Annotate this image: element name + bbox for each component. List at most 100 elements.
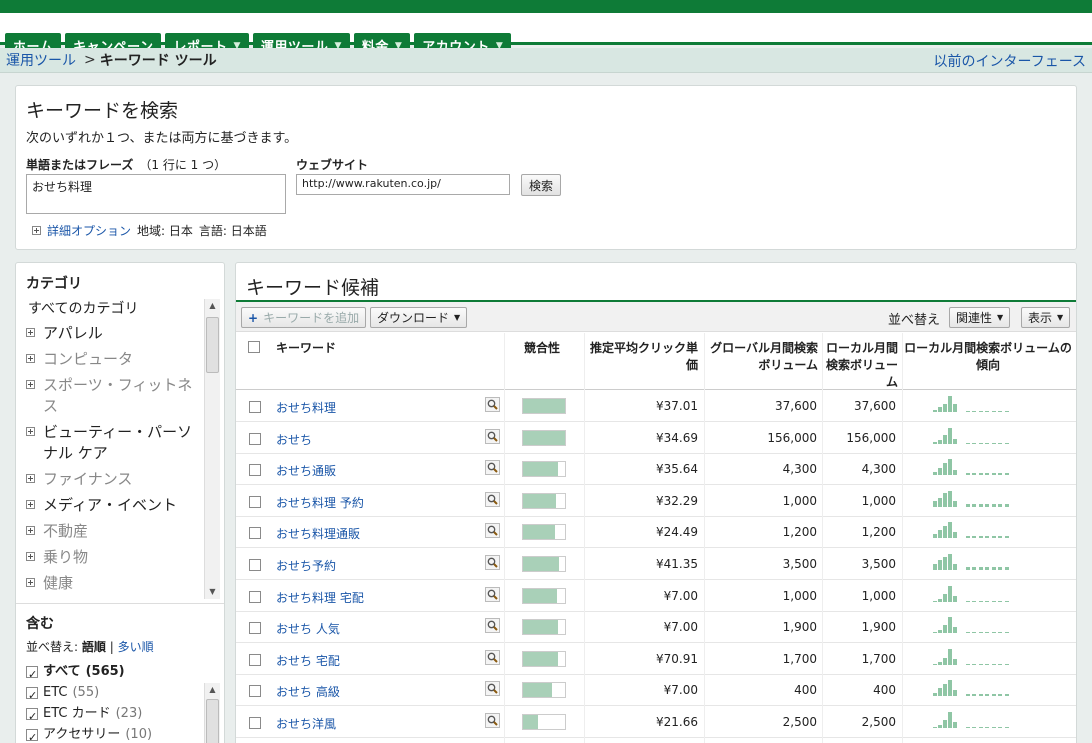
expand-plus-icon[interactable] <box>26 427 35 436</box>
include-checkbox[interactable] <box>26 664 38 685</box>
search-preview-icon[interactable] <box>485 681 500 697</box>
sort-alpha-option[interactable]: 語順 <box>82 640 106 654</box>
sort-most-link[interactable]: 多い順 <box>118 640 154 654</box>
competition-bar <box>522 650 566 667</box>
trend-bar <box>965 727 970 728</box>
include-item[interactable]: ETC (55) <box>26 682 196 706</box>
expand-plus-icon[interactable] <box>26 552 35 561</box>
search-preview-icon[interactable] <box>485 555 500 570</box>
trend-bar <box>938 688 942 697</box>
search-preview-icon[interactable] <box>485 397 500 412</box>
category-label: スポーツ・フィットネス <box>43 376 193 415</box>
row-checkbox[interactable] <box>249 590 261 603</box>
phrase-textarea[interactable]: おせち料理 <box>26 174 286 214</box>
add-keyword-button[interactable]: + キーワードを追加 <box>241 307 367 328</box>
row-checkbox[interactable] <box>249 685 261 698</box>
keyword-link[interactable]: おせち通販 <box>276 462 336 479</box>
search-preview-icon[interactable] <box>485 491 500 507</box>
row-checkbox[interactable] <box>249 527 261 540</box>
trend-bar <box>991 663 996 665</box>
expand-plus-icon[interactable] <box>26 380 35 389</box>
category-item[interactable]: ファイナンス <box>24 466 202 492</box>
select-all-checkbox[interactable] <box>248 340 260 353</box>
sort-select[interactable]: 関連性 ▼ <box>949 307 1011 328</box>
cpc-value: ¥21.66 <box>656 715 698 729</box>
expand-plus-icon[interactable] <box>26 578 35 587</box>
category-item[interactable]: メディア・イベント <box>24 492 202 518</box>
category-item[interactable]: 乗り物 <box>24 544 202 570</box>
all-categories-item[interactable]: すべてのカテゴリ <box>24 296 202 320</box>
search-preview-icon[interactable] <box>485 618 500 634</box>
category-item[interactable]: スポーツ・フィットネス <box>24 372 202 419</box>
keyword-link[interactable]: おせち料理 宅配 <box>276 589 364 606</box>
search-preview-icon[interactable] <box>485 428 500 444</box>
scroll-thumb[interactable] <box>206 317 219 373</box>
include-scrollbar[interactable]: ▲ <box>204 683 220 743</box>
scroll-up-arrow-icon[interactable]: ▲ <box>205 683 220 697</box>
website-input[interactable]: http://www.rakuten.co.jp/ <box>296 174 510 195</box>
trend-bar <box>978 473 983 476</box>
search-preview-icon[interactable] <box>485 586 500 602</box>
scroll-up-arrow-icon[interactable]: ▲ <box>205 299 220 313</box>
expand-plus-icon[interactable] <box>26 500 35 509</box>
keyword-link[interactable]: おせち 高級 <box>276 683 340 700</box>
expand-plus-icon[interactable] <box>26 354 35 363</box>
expand-plus-icon[interactable] <box>26 328 35 337</box>
trend-bar <box>998 411 1002 412</box>
include-item[interactable]: ETC カード (23) <box>26 703 196 727</box>
old-interface-link[interactable]: 以前のインターフェース <box>934 51 1086 71</box>
row-checkbox[interactable] <box>249 559 261 571</box>
top-nav-bar: ホームキャンペーンレポート▼運用ツール▼料金▼アカウント▼ <box>0 0 1092 58</box>
expand-plus-icon[interactable] <box>26 474 35 483</box>
expand-plus-icon[interactable] <box>32 226 41 235</box>
row-checkbox[interactable] <box>249 717 261 729</box>
trend-bar <box>933 472 937 476</box>
col-keyword[interactable]: キーワード <box>276 339 336 356</box>
sort-label: 並べ替え <box>888 313 941 328</box>
row-checkbox[interactable] <box>249 622 261 635</box>
include-item[interactable]: アクセサリー (10) <box>26 724 196 743</box>
col-local-volume[interactable]: ローカル月間検索ボリューム <box>826 339 898 390</box>
col-local-trend[interactable]: ローカル月間検索ボリュームの傾向 <box>902 339 1074 373</box>
row-checkbox[interactable] <box>249 464 261 477</box>
category-item[interactable]: アパレル <box>24 320 202 346</box>
keyword-link[interactable]: おせち料理 <box>276 399 336 416</box>
include-checkbox[interactable] <box>26 727 38 743</box>
row-checkbox[interactable] <box>249 432 261 445</box>
keyword-link[interactable]: おせち料理 予約 <box>276 494 364 511</box>
search-preview-icon[interactable] <box>485 460 500 476</box>
row-checkbox[interactable] <box>249 401 261 413</box>
keyword-link[interactable]: おせち予約 <box>276 557 336 574</box>
advanced-options-link[interactable]: 詳細オプション <box>47 222 131 239</box>
keyword-link[interactable]: おせち 宅配 <box>276 652 340 669</box>
search-preview-icon[interactable] <box>485 713 500 728</box>
keyword-link[interactable]: おせち料理通販 <box>276 525 360 542</box>
search-preview-icon[interactable] <box>485 523 500 539</box>
trend-bar <box>1004 503 1009 507</box>
search-preview-icon[interactable] <box>485 649 500 665</box>
keyword-link[interactable]: おせち 人気 <box>276 620 340 637</box>
search-button[interactable]: 検索 <box>521 174 562 196</box>
category-item[interactable]: 不動産 <box>24 518 202 544</box>
expand-plus-icon[interactable] <box>26 526 35 535</box>
breadcrumb-parent-link[interactable]: 運用ツール <box>6 50 76 70</box>
local-volume-value: 37,600 <box>854 399 896 413</box>
category-item[interactable]: 健康 <box>24 570 202 596</box>
view-button[interactable]: 表示 ▼ <box>1021 307 1071 328</box>
include-checkbox[interactable] <box>26 706 38 727</box>
row-checkbox[interactable] <box>249 653 261 666</box>
keyword-link[interactable]: おせち洋風 <box>276 715 336 732</box>
category-scrollbar[interactable]: ▲ ▼ <box>204 299 220 599</box>
download-button[interactable]: ダウンロード ▼ <box>370 307 468 328</box>
keyword-link[interactable]: おせち <box>276 431 312 448</box>
include-item[interactable]: すべて (565) <box>26 661 196 685</box>
row-checkbox[interactable] <box>249 495 261 508</box>
category-item[interactable]: コンピュータ <box>24 346 202 372</box>
include-checkbox[interactable] <box>26 685 38 706</box>
col-global-volume[interactable]: グローバル月間検索ボリューム <box>708 339 818 373</box>
col-competition[interactable]: 競合性 <box>524 339 560 356</box>
category-item[interactable]: ビューティー・パーソナル ケア <box>24 419 202 466</box>
col-cpc[interactable]: 推定平均クリック単価 <box>586 339 698 373</box>
scroll-down-arrow-icon[interactable]: ▼ <box>205 585 220 599</box>
scroll-thumb[interactable] <box>206 699 219 743</box>
